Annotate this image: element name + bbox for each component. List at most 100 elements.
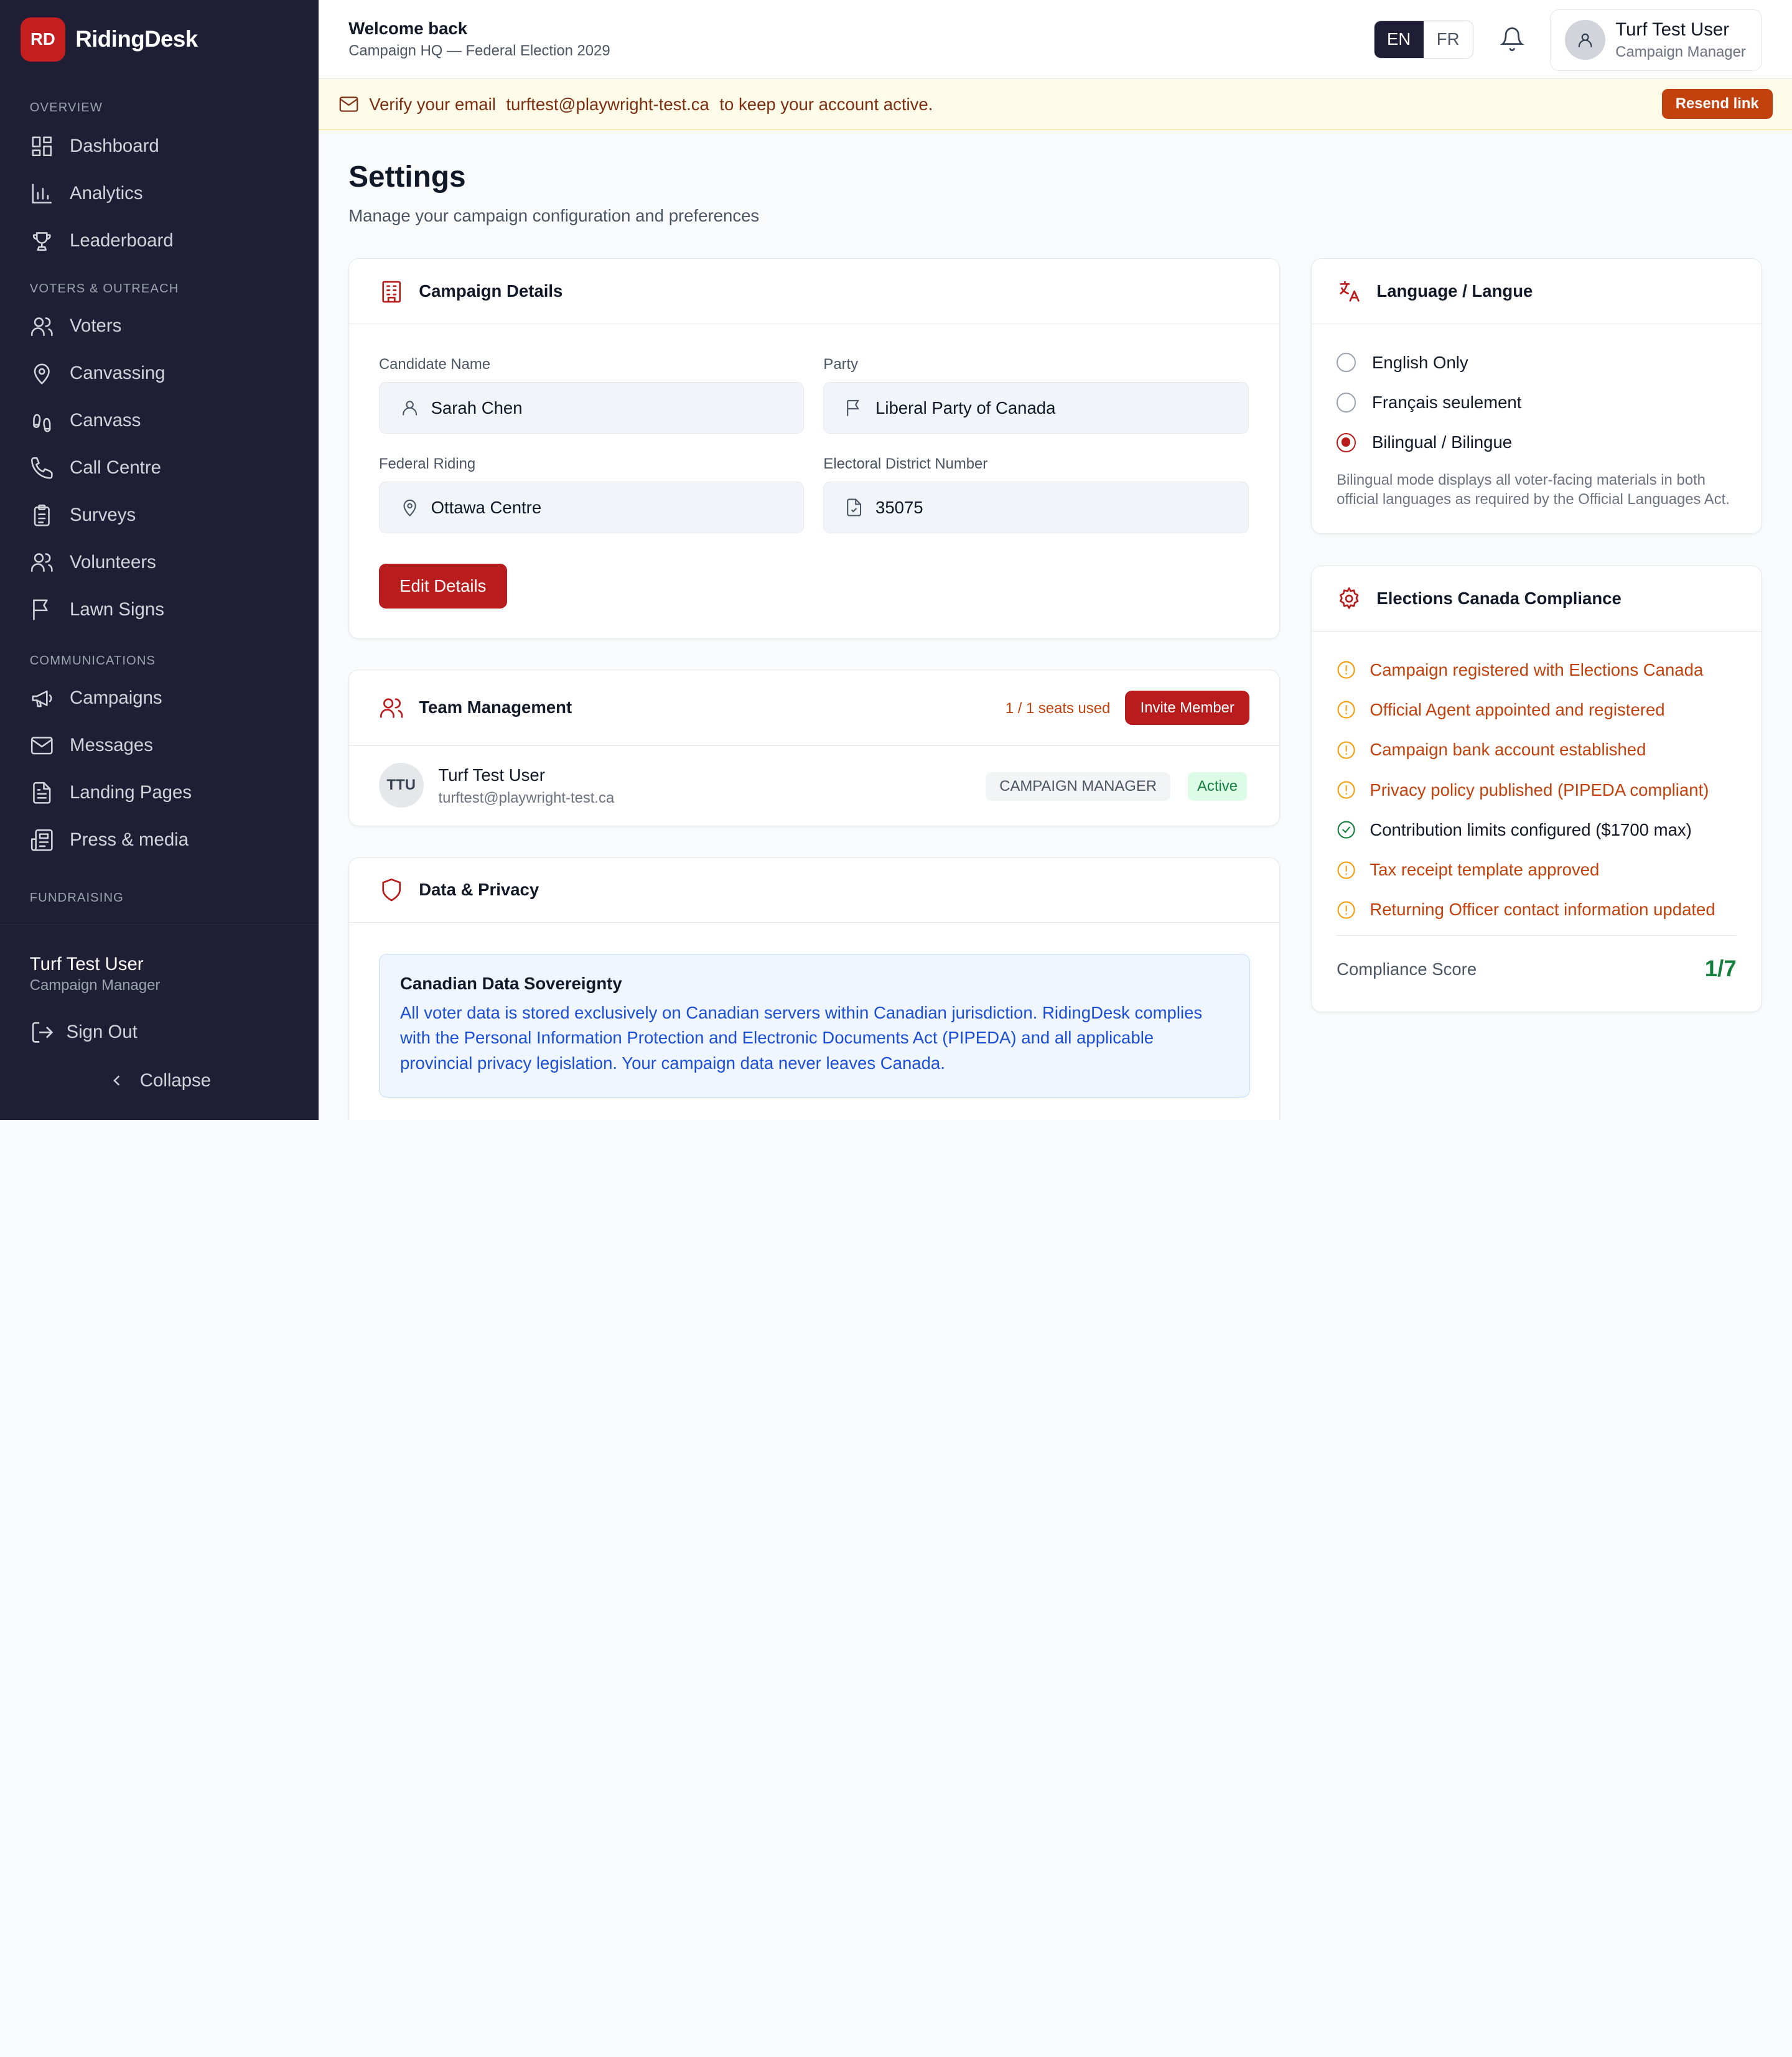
sovereignty-text: All voter data is stored exclusively on …: [399, 1003, 1203, 1073]
brand[interactable]: RD RidingDesk: [0, 0, 319, 79]
nav-item-call-centre[interactable]: Call Centre: [0, 444, 319, 492]
bar-chart-icon: [32, 184, 52, 203]
nav-item-canvassing[interactable]: Canvassing: [0, 350, 319, 397]
newspaper-icon: [30, 829, 53, 851]
radio-label: English Only: [1372, 352, 1468, 372]
party-label: Party: [823, 356, 859, 373]
radio-button[interactable]: [1337, 393, 1356, 413]
sidebar-footer: Turf Test User Campaign Manager Sign Out…: [0, 924, 319, 1091]
banner-prefix: Verify your email: [369, 94, 496, 114]
nav-label: Canvass: [70, 410, 141, 431]
candidate-name-field[interactable]: Sarah Chen: [378, 382, 805, 434]
compliance-item: Campaign registered with Elections Canad…: [1337, 660, 1703, 680]
radio-button-selected[interactable]: [1337, 432, 1356, 452]
compliance-item-label: Campaign registered with Elections Canad…: [1370, 660, 1704, 679]
radio-bilingual[interactable]: Bilingual / Bilingue: [1337, 432, 1512, 452]
compliance-card: Elections Canada Compliance Campaign reg…: [1310, 566, 1763, 1013]
alert-circle-icon: [1337, 901, 1355, 919]
nav-section-fundraising: Fundraising: [29, 890, 124, 905]
megaphone-icon: [32, 690, 52, 707]
compliance-score: 1/7: [1704, 956, 1737, 982]
compliance-item-label: Tax receipt template approved: [1370, 860, 1600, 880]
lang-fr-button[interactable]: FR: [1423, 21, 1473, 58]
log-out-icon: [32, 1022, 54, 1043]
lang-en-button[interactable]: EN: [1374, 21, 1424, 58]
card-title: Data & Privacy: [419, 880, 539, 900]
radio-english-only[interactable]: English Only: [1337, 353, 1468, 373]
card-title: Language / Langue: [1376, 281, 1533, 301]
bilingual-note: Bilingual mode displays all voter-facing…: [1337, 471, 1730, 508]
nav-label: Analytics: [70, 183, 143, 204]
radio-button[interactable]: [1337, 353, 1356, 373]
candidate-name-value: Sarah Chen: [431, 398, 523, 417]
collapse-button[interactable]: Collapse: [0, 1070, 319, 1091]
chevron-left-icon: [113, 1075, 120, 1086]
radio-label: Français seulement: [1372, 392, 1522, 412]
district-number-label: Electoral District Number: [823, 455, 988, 472]
nav-item-press-media[interactable]: Press & media: [0, 816, 319, 864]
edit-details-button[interactable]: Edit Details: [378, 564, 507, 609]
nav-item-leaderboard[interactable]: Leaderboard: [0, 217, 319, 264]
radio-francais-seulement[interactable]: Français seulement: [1337, 393, 1521, 413]
bell-icon[interactable]: [1500, 26, 1524, 52]
building-icon: [382, 281, 401, 303]
user-menu[interactable]: Turf Test User Campaign Manager: [1549, 9, 1763, 71]
party-value: Liberal Party of Canada: [875, 398, 1056, 417]
nav-item-analytics[interactable]: Analytics: [0, 170, 319, 217]
user-name: Turf Test User: [1615, 19, 1730, 40]
nav-item-canvass[interactable]: Canvass: [0, 397, 319, 444]
federal-riding-label: Federal Riding: [378, 455, 476, 472]
check-circle-icon: [1337, 821, 1355, 839]
flag-icon: [32, 599, 48, 620]
sidebar: RD RidingDesk Overview Dashboard Analyti…: [0, 0, 319, 1120]
alert-circle-icon: [1337, 781, 1355, 799]
sign-out-button[interactable]: Sign Out: [30, 1020, 319, 1045]
nav-item-lawn-signs[interactable]: Lawn Signs: [0, 586, 319, 633]
team-member-row: Turf Test User turftest@playwright-test.…: [438, 765, 614, 807]
user-icon: [1578, 33, 1592, 47]
mail-icon: [30, 737, 53, 755]
users-icon: [30, 317, 53, 337]
resend-link-button[interactable]: Resend link: [1661, 89, 1773, 119]
party-field[interactable]: Liberal Party of Canada: [823, 382, 1249, 434]
nav-item-voters[interactable]: Voters: [0, 303, 319, 350]
nav-label: Canvassing: [70, 363, 166, 384]
alert-circle-icon: [1337, 661, 1355, 679]
invite-member-button[interactable]: Invite Member: [1125, 691, 1250, 725]
compliance-item: Official Agent appointed and registered: [1337, 700, 1665, 720]
language-card: Language / Langue English Only Français …: [1310, 258, 1763, 534]
nav-item-landing-pages[interactable]: Landing Pages: [0, 769, 319, 816]
compliance-item-label: Campaign bank account established: [1370, 740, 1646, 760]
candidate-name-label: Candidate Name: [378, 356, 490, 373]
nav-item-dashboard[interactable]: Dashboard: [0, 123, 319, 170]
district-number-field[interactable]: 35075: [823, 482, 1249, 533]
district-number-value: 35075: [875, 497, 923, 517]
member-email: turftest@playwright-test.ca: [438, 790, 615, 807]
file-check-icon: [847, 498, 862, 516]
nav-section-overview: Overview: [29, 100, 103, 114]
compliance-item-label: Privacy policy published (PIPEDA complia…: [1370, 780, 1709, 800]
card-title: Elections Canada Compliance: [1376, 589, 1622, 608]
map-pin-icon: [403, 499, 416, 516]
main-content: Welcome back Campaign HQ — Federal Elect…: [319, 0, 1792, 1120]
divider: [1337, 935, 1737, 936]
compliance-item: Returning Officer contact information up…: [1337, 900, 1715, 920]
nav-label: Dashboard: [70, 136, 159, 157]
page-title: Settings: [348, 161, 466, 194]
role-badge: CAMPAIGN MANAGER: [986, 772, 1171, 801]
trophy-icon: [32, 231, 51, 251]
sign-out-label: Sign Out: [66, 1022, 138, 1043]
banner-email: turftest@playwright-test.ca: [506, 94, 709, 114]
brand-name: RidingDesk: [75, 26, 198, 52]
nav-item-surveys[interactable]: Surveys: [0, 492, 319, 539]
nav-label: Messages: [70, 735, 153, 756]
member-avatar: TTU: [378, 763, 424, 808]
banner-suffix: to keep your account active.: [719, 94, 933, 114]
federal-riding-field[interactable]: Ottawa Centre: [378, 482, 805, 533]
nav-item-campaigns[interactable]: Campaigns: [0, 675, 319, 722]
nav-item-volunteers[interactable]: Volunteers: [0, 539, 319, 586]
verify-email-banner: Verify your email turftest@playwright-te…: [319, 78, 1792, 131]
nav-item-messages[interactable]: Messages: [0, 722, 319, 769]
translate-icon: [1340, 281, 1360, 302]
data-sovereignty-notice: Canadian Data Sovereignty All voter data…: [378, 953, 1250, 1098]
